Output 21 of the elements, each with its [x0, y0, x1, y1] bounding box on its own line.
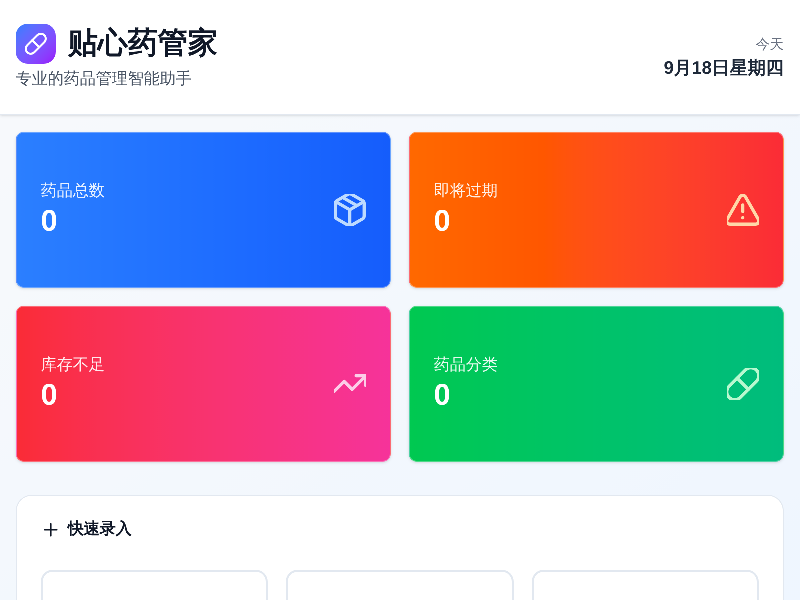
- pill-logo-icon: [16, 24, 56, 64]
- stat-label: 即将过期: [434, 182, 498, 202]
- pill-icon: [727, 368, 759, 400]
- app-title: 贴心药管家: [68, 26, 218, 62]
- stat-label: 药品分类: [434, 356, 498, 376]
- quick-entry-tile[interactable]: [41, 570, 268, 600]
- stat-value: 0: [41, 378, 59, 414]
- stat-value: 0: [41, 204, 59, 240]
- box-icon: [334, 194, 366, 226]
- quick-entry-tile[interactable]: [286, 570, 514, 600]
- warning-icon: [727, 194, 759, 226]
- quick-entry-tile[interactable]: [532, 570, 759, 600]
- stat-value: 0: [434, 378, 452, 414]
- stat-label: 库存不足: [41, 356, 105, 376]
- stat-value: 0: [434, 204, 452, 240]
- app-subtitle: 专业的药品管理智能助手: [16, 70, 193, 90]
- date-text: 9月18日星期四: [664, 57, 784, 80]
- stat-label: 药品总数: [41, 182, 105, 202]
- plus-icon: [44, 523, 58, 537]
- date-label: 今天: [756, 35, 784, 54]
- quick-entry-title: 快速录入: [68, 519, 132, 540]
